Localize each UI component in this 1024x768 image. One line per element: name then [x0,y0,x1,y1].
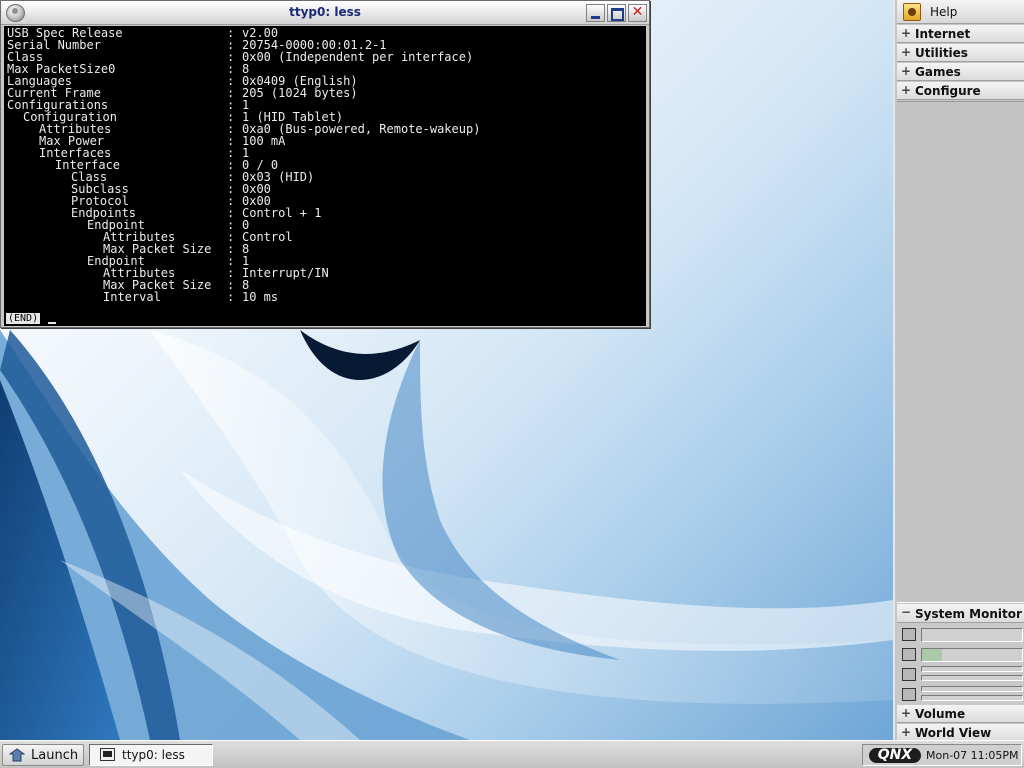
system-tray: QNX Mon-07 11:05PM [862,744,1022,766]
disk-write-bar [921,695,1023,701]
terminal-line: Interval:10 ms [7,291,643,303]
terminal-output[interactable]: USB Spec Release: v2.00 Serial Number:2075… [4,26,646,326]
expand-icon: + [901,725,912,739]
memory-usage-fill [922,649,942,661]
clock[interactable]: Mon-07 11:05PM [926,749,1018,762]
terminal-line-key: Interval [103,290,161,304]
terminal-line-value: Control [242,230,293,244]
system-monitor: − System Monitor [897,604,1024,705]
network-in-bar [921,666,1023,672]
expand-icon: + [901,706,912,720]
network-out-bar [921,675,1023,681]
disk-icon [902,688,916,701]
shelf-item-label: World View [915,726,992,740]
expand-icon: + [901,83,912,97]
disk-monitor [899,686,1024,704]
shelf-panel: Help + Internet + Utilities + Games + Co… [893,0,1024,742]
disk-read-bar [921,686,1023,692]
terminal-line-value: Interrupt/IN [242,266,329,280]
window-titlebar[interactable]: ttyp0: less ✕ [1,1,649,25]
close-icon: ✕ [631,4,644,20]
terminal-line-value: 205 (1024 bytes) [242,86,358,100]
expand-icon: + [901,64,912,78]
maximize-button[interactable] [607,4,626,22]
shelf-help[interactable]: Help [897,0,1024,24]
memory-icon [902,648,916,661]
shelf-item-internet[interactable]: + Internet [897,25,1024,43]
shelf-item-games[interactable]: + Games [897,63,1024,81]
qnx-logo[interactable]: QNX [869,748,921,763]
shelf-empty-area [897,101,1024,603]
window-title: ttyp0: less [289,5,361,19]
shelf-item-volume[interactable]: + Volume [897,705,1024,723]
system-monitor-label: System Monitor [915,607,1022,621]
memory-usage-bar [921,648,1023,662]
close-button[interactable]: ✕ [628,4,647,22]
shelf-item-label: Configure [915,84,981,98]
shelf-item-label: Utilities [915,46,968,60]
terminal-line-value: 0x00 (Independent per interface) [242,50,474,64]
taskbar-item-label: ttyp0: less [122,748,185,762]
terminal-cursor [48,322,56,324]
terminal-line-value: 10 ms [242,290,279,304]
terminal-line-separator: : [227,290,235,304]
cpu-icon [902,628,916,641]
terminal-icon [100,748,115,761]
system-monitor-header[interactable]: − System Monitor [897,604,1024,623]
help-icon [903,3,921,21]
expand-icon: + [901,45,912,59]
help-label: Help [930,5,958,19]
shelf-item-utilities[interactable]: + Utilities [897,44,1024,62]
cpu-usage-bar [921,628,1023,642]
minimize-button[interactable] [586,4,605,22]
less-end-marker: (END) [6,313,41,324]
memory-monitor [899,646,1024,664]
shelf-item-label: Games [915,65,961,79]
launch-button[interactable]: Launch [2,744,84,766]
launch-icon [9,748,25,762]
shelf-item-label: Volume [915,707,966,721]
terminal-window[interactable]: ttyp0: less ✕ USB Spec Release: v2.00 Seri… [0,0,650,328]
shelf-item-configure[interactable]: + Configure [897,82,1024,100]
terminal-line-value: Control + 1 [242,206,322,220]
expand-icon: + [901,26,912,40]
launch-label: Launch [31,748,79,763]
taskbar-item-terminal[interactable]: ttyp0: less [89,744,213,766]
network-icon [902,668,916,681]
cpu-monitor [899,626,1024,644]
collapse-icon: − [901,605,912,619]
taskbar: Launch ttyp0: less QNX Mon-07 11:05PM [0,740,1024,768]
network-monitor [899,666,1024,684]
shelf-item-label: Internet [915,27,971,41]
